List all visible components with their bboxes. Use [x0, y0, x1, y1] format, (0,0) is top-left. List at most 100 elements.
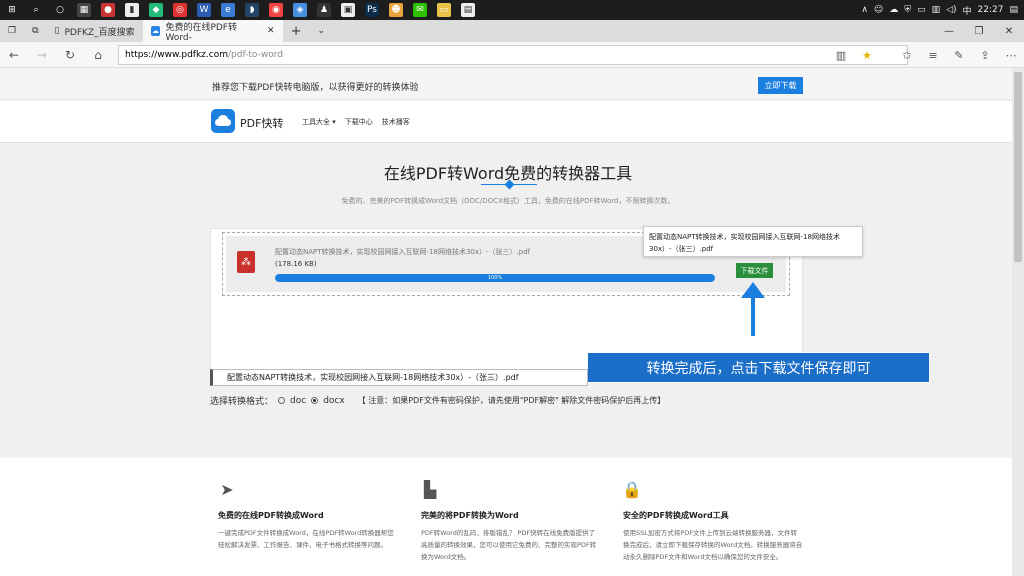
promo-text: 推荐您下载PDF快转电脑版，以获得更好的转换体验: [212, 83, 419, 93]
url-field[interactable]: https://www.pdfkz.com/pdf-to-word: [118, 45, 908, 65]
url-path: /pdf-to-word: [228, 50, 283, 60]
ime-indicator[interactable]: 中: [963, 4, 972, 17]
page-scrollbar[interactable]: [1012, 68, 1024, 576]
app-icon[interactable]: ▦: [77, 3, 91, 17]
reading-view-icon[interactable]: ▥: [828, 49, 854, 62]
app-icon[interactable]: ◎: [173, 3, 187, 17]
close-icon[interactable]: ✕: [267, 26, 275, 36]
nav-tools[interactable]: 工具大全 ▾: [302, 117, 336, 127]
app-icon[interactable]: ◆: [149, 3, 163, 17]
reading-list-icon[interactable]: ≡: [920, 49, 946, 62]
favorites-icon[interactable]: ✩: [894, 49, 920, 62]
radio-docx[interactable]: [311, 397, 319, 404]
pdf-document-icon: ▙: [423, 479, 437, 499]
arrow-shaft: [751, 292, 755, 336]
cloud-icon[interactable]: ☁: [889, 5, 898, 15]
feature-secure: 🔒 安全的PDF转换成Word工具 使用SSL加密方式将PDF文件上传到云端转换…: [622, 480, 803, 563]
edge-icon[interactable]: e: [221, 3, 235, 17]
nav-download-center[interactable]: 下载中心: [345, 117, 373, 127]
battery-icon[interactable]: ▭: [917, 5, 926, 15]
shield-icon[interactable]: ⛨: [904, 5, 911, 15]
feature-title: 安全的PDF转换成Word工具: [623, 511, 729, 520]
file-name-field[interactable]: 配置动态NAPT转换技术，实现校园网接入互联网-18网络技术30x）-（张三）.…: [210, 369, 588, 386]
app-icon[interactable]: ◈: [293, 3, 307, 17]
format-label: 选择转换格式：: [210, 397, 274, 407]
restore-button[interactable]: ❐: [964, 26, 994, 37]
home-button[interactable]: ⌂: [84, 48, 112, 62]
wechat-icon[interactable]: ✉: [413, 3, 427, 17]
pdf-file-icon: ⁂: [237, 251, 255, 273]
url-host: https://www.pdfkz.com: [125, 50, 228, 60]
filename-tooltip: 配置动态NAPT转换技术，实现校园网接入互联网-18网络技术30x）-（张三）.…: [643, 226, 863, 257]
download-now-button[interactable]: 立即下载: [758, 77, 803, 94]
app-icon[interactable]: ☻: [389, 3, 403, 17]
tab-label: PDFKZ_百度搜索: [64, 27, 135, 38]
option-docx-label[interactable]: docx: [323, 396, 345, 406]
app-icon[interactable]: ◗: [245, 3, 259, 17]
tab-pdf-to-word[interactable]: ☁ 免费的在线PDF转Word- ✕: [142, 20, 283, 43]
radio-doc[interactable]: [278, 397, 286, 404]
instruction-callout: 转换完成后，点击下载文件保存即可: [587, 352, 930, 383]
paper-plane-icon: ➤: [220, 479, 234, 499]
volume-icon[interactable]: ◁): [946, 5, 956, 15]
windows-start-icon[interactable]: ⊞: [5, 3, 19, 17]
feature-perfect: ▙ 完美的将PDF转换为Word PDF转Word的乱码，排版错乱？ PDF快转…: [421, 480, 601, 563]
feature-title: 免费的在线PDF转换成Word: [218, 511, 324, 520]
pdfkz-favicon: ☁: [150, 26, 161, 36]
qq-icon[interactable]: ♟: [317, 3, 331, 17]
app-icon[interactable]: W: [197, 3, 211, 17]
logo-text[interactable]: PDF快转: [240, 115, 283, 131]
more-icon[interactable]: ⋯: [998, 49, 1024, 62]
share-icon[interactable]: ⇪: [972, 49, 998, 62]
feature-desc: 一键完成PDF文件转换成Word，在线PDF转Word转换器帮您轻松解决发票、工…: [218, 529, 394, 549]
back-button[interactable]: ←: [0, 48, 28, 62]
password-notice: 【 注意：如果PDF文件有密码保护，请先使用"PDF解密" 解除文件密码保护后再…: [357, 396, 666, 405]
app-icon[interactable]: ▮: [125, 3, 139, 17]
window-controls: — ❐ ✕: [934, 20, 1024, 42]
system-tray: ∧ ☺ ☁ ⛨ ▭ ▥ ◁) 中 22:27 ▤: [861, 0, 1024, 20]
minimize-button[interactable]: —: [934, 26, 964, 37]
search-icon[interactable]: ⌕: [29, 3, 43, 17]
notification-icon[interactable]: ▤: [1009, 5, 1018, 15]
web-page: 推荐您下载PDF快转电脑版，以获得更好的转换体验 立即下载 PDF快转 工具大全…: [0, 68, 1012, 576]
tab-actions-icon[interactable]: ❐: [0, 20, 24, 42]
close-window-button[interactable]: ✕: [994, 26, 1024, 37]
option-doc-label[interactable]: doc: [290, 396, 306, 406]
network-icon[interactable]: ▥: [932, 5, 941, 15]
feature-free: ➤ 免费的在线PDF转换成Word 一键完成PDF文件转换成Word，在线PDF…: [218, 480, 398, 551]
tab-bar: ❐ ⧉ ▯ PDFKZ_百度搜索 ☁ 免费的在线PDF转Word- ✕ + ⌄: [0, 20, 1024, 43]
tab-label: 免费的在线PDF转Word-: [165, 22, 237, 43]
task-view-icon[interactable]: ○: [53, 3, 67, 17]
app-icon[interactable]: ●: [101, 3, 115, 17]
chrome-icon[interactable]: ◉: [269, 3, 283, 17]
scrollbar-thumb[interactable]: [1014, 72, 1022, 262]
progress-bar: 100%: [275, 274, 715, 282]
features-section: ➤ 免费的在线PDF转换成Word 一键完成PDF文件转换成Word，在线PDF…: [0, 458, 1012, 576]
taskbar: ⊞ ⌕ ○ ▦ ● ▮ ◆ ◎ W e ◗ ◉ ◈ ♟ ▣ Ps ☻ ✉ ▭ ▤…: [0, 0, 1024, 20]
user-icon[interactable]: ☺: [874, 5, 883, 15]
folder-icon[interactable]: ▭: [437, 3, 451, 17]
new-tab-button[interactable]: +: [283, 20, 310, 42]
chevron-up-icon[interactable]: ∧: [861, 5, 868, 15]
app-icon[interactable]: ▣: [341, 3, 355, 17]
site-header: PDF快转 工具大全 ▾ 下载中心 技术播客: [0, 101, 1012, 143]
pen-icon[interactable]: ✎: [946, 49, 972, 62]
page-title: 在线PDF转Word免费的转换器工具: [383, 164, 633, 183]
progress-label: 100%: [487, 275, 503, 281]
forward-button[interactable]: →: [28, 48, 56, 62]
photoshop-icon[interactable]: Ps: [365, 3, 379, 17]
address-bar: ← → ↻ ⌂ https://www.pdfkz.com/pdf-to-wor…: [0, 42, 1024, 68]
page-icon: ▯: [54, 26, 60, 36]
page-subtitle: 免费的、完美的PDF转换成Word文档（DOC/DOCX格式）工具，免费的在线P…: [341, 197, 675, 205]
download-file-button[interactable]: 下载文件: [736, 263, 773, 278]
nav-tech-blog[interactable]: 技术播客: [382, 117, 410, 127]
favorite-star-icon[interactable]: ★: [854, 49, 880, 62]
clock[interactable]: 22:27: [978, 5, 1004, 15]
refresh-button[interactable]: ↻: [56, 48, 84, 62]
file-name: 配置动态NAPT转换技术，实现校园网接入互联网-18网络技术30x）-（张三）.…: [275, 248, 531, 256]
pdfkz-logo-icon[interactable]: [211, 109, 235, 133]
tab-preview-icon[interactable]: ⧉: [24, 20, 46, 42]
app-icon[interactable]: ▤: [461, 3, 475, 17]
tab-baidu[interactable]: ▯ PDFKZ_百度搜索: [47, 20, 143, 42]
chevron-down-icon[interactable]: ⌄: [309, 20, 333, 42]
